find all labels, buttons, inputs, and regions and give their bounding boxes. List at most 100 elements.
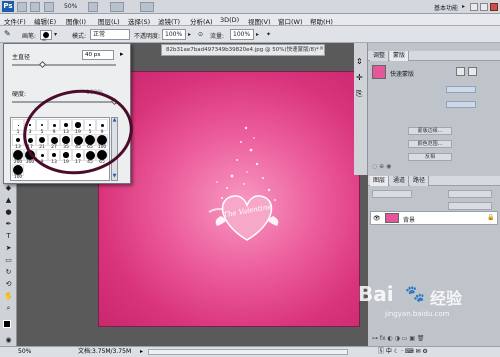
zoom-level[interactable]: 50% (64, 3, 77, 10)
mask-edge-button[interactable]: 蒙版边缘... (408, 127, 452, 135)
tab-adjustments[interactable]: 调整 (370, 51, 390, 61)
vector-mask-icon[interactable] (468, 67, 477, 76)
hand-tool-icon[interactable]: ✋ (3, 291, 14, 301)
brush-tip-dot (17, 124, 19, 126)
tab-channels[interactable]: 通道 (390, 176, 410, 186)
screen-mode-icon[interactable] (140, 2, 154, 12)
flow-dropdown-icon[interactable]: ▸ (256, 31, 259, 38)
blur-tool-icon[interactable]: ▲ (3, 195, 14, 205)
type-tool-icon[interactable]: T (3, 231, 14, 241)
layer-name: 背景 (403, 217, 416, 224)
brush-tip-dot (16, 138, 20, 142)
mode-label: 模式: (72, 33, 87, 40)
menu-image[interactable]: 图像(I) (66, 16, 86, 26)
mini-bridge-icon[interactable] (30, 2, 40, 12)
close-tab-icon[interactable]: × (319, 45, 325, 53)
brush-preset-picker[interactable]: 40 (40, 30, 52, 42)
3d-rotate-tool-icon[interactable]: ↻ (3, 267, 14, 277)
opacity-dropdown-icon[interactable]: ▸ (188, 31, 191, 38)
watermark-url: jingyan.baidu.com (385, 310, 450, 318)
quick-mask-icon[interactable]: ◉ (3, 335, 14, 345)
diameter-slider-thumb[interactable] (38, 60, 47, 69)
invert-button[interactable]: 反相 (408, 153, 452, 161)
tab-layers[interactable]: 图层 (370, 176, 390, 186)
color-range-button[interactable]: 颜色范围... (408, 140, 452, 148)
tab-masks[interactable]: 蒙版 (390, 51, 410, 61)
layer-fill-field[interactable] (448, 202, 492, 210)
feather-field[interactable] (446, 101, 476, 108)
menu-bar: 文件(F) 编辑(E) 图像(I) 图层(L) 选择(S) 滤镜(T) 分析(A… (0, 14, 500, 26)
path-selection-tool-icon[interactable]: ➤ (3, 243, 14, 253)
status-arrow-icon[interactable]: ▸ (140, 347, 143, 357)
tablet-opacity-icon[interactable]: ⊙ (198, 31, 203, 38)
layer-lock-icon: 🔒 (487, 214, 495, 221)
foreground-color-swatch[interactable] (3, 320, 11, 328)
menu-filter[interactable]: 滤镜(T) (158, 16, 180, 26)
view-extras-icon[interactable] (88, 2, 98, 12)
menu-3d[interactable]: 3D(D) (220, 16, 239, 24)
diameter-slider[interactable] (12, 64, 116, 66)
maximize-button[interactable] (480, 3, 488, 11)
pen-tool-icon[interactable]: ✒ (3, 219, 14, 229)
density-field[interactable] (446, 86, 476, 93)
diameter-field[interactable]: 40 px (82, 50, 114, 60)
airbrush-icon[interactable]: ✦ (266, 31, 271, 38)
layer-opacity-field[interactable] (448, 190, 492, 198)
layers-tabbar: 图层 通道 路径 (368, 176, 500, 186)
workspace-dropdown-icon[interactable]: ▸ (462, 3, 465, 10)
flow-field[interactable]: 100% (230, 29, 254, 40)
panel-menu-icon[interactable]: ▸ (120, 50, 124, 58)
menu-analysis[interactable]: 分析(A) (190, 16, 213, 26)
layer-visibility-icon[interactable]: 👁 (373, 215, 381, 222)
brush-preset-cell[interactable]: 100 (12, 164, 24, 180)
brush-preset-cell[interactable]: 200 (12, 149, 24, 165)
mask-thumbnail (372, 65, 386, 79)
brush-size-value: 40 (42, 38, 47, 42)
workspace-switcher[interactable]: 基本功能 (434, 3, 458, 12)
menu-window[interactable]: 窗口(W) (278, 16, 303, 26)
menu-view[interactable]: 视图(V) (248, 16, 271, 26)
scroll-down-icon[interactable]: ▼ (112, 174, 117, 179)
status-doc-size: 文档:3.75M/3.75M (78, 348, 132, 355)
opacity-field[interactable]: 100% (162, 29, 186, 40)
menu-edit[interactable]: 编辑(E) (34, 16, 56, 26)
zoom-tool-icon[interactable]: ⌕ (3, 303, 14, 313)
menu-select[interactable]: 选择(S) (128, 16, 150, 26)
brush-label: 画笔: (22, 33, 37, 40)
navigator-icon[interactable]: ✛ (356, 73, 363, 82)
mask-footer-icons[interactable]: ◌ ⊕ ◉ (372, 163, 391, 170)
document-canvas[interactable]: The Valentine (98, 71, 360, 327)
document-tab[interactable]: 82b31ae7bad497349b39820e4.jpg @ 50%(快速蒙版… (161, 44, 325, 56)
brush-dropdown-icon[interactable]: ▾ (54, 31, 57, 38)
watermark-brand: Bai (358, 282, 394, 306)
dodge-tool-icon[interactable]: ● (3, 207, 14, 217)
watermark-paw-icon: 🐾 (405, 284, 425, 303)
mode-select[interactable]: 正常 (90, 29, 130, 40)
arrange-docs-icon[interactable] (110, 2, 124, 12)
close-window-button[interactable] (490, 3, 498, 11)
brush-tool-icon[interactable]: ✎ (4, 29, 11, 38)
blend-mode-select[interactable] (372, 190, 412, 198)
3d-orbit-tool-icon[interactable]: ⟲ (3, 279, 14, 289)
brush-preset-cell[interactable]: 1 (12, 119, 24, 135)
tool-options-bar: ✎ 画笔: 40 ▾ 模式: 正常 不透明度: 100% ▸ ⊙ 流量: 100… (0, 26, 500, 43)
bridge-icon[interactable] (17, 2, 27, 12)
shape-tool-icon[interactable]: ▭ (3, 255, 14, 265)
pixel-mask-icon[interactable] (456, 67, 465, 76)
valentine-artwork (208, 126, 279, 241)
menu-layer[interactable]: 图层(L) (98, 16, 120, 26)
move-tool-icon[interactable]: ⇕ (356, 57, 363, 66)
layers-footer-icons[interactable]: ⊶ fx ◐ ◑ ▭ ▣ 🗑 (372, 335, 425, 342)
taskbar-tray-icons: 🅂 中 ☾ · ⌨ ✉ ⚙ (378, 348, 428, 355)
tab-paths[interactable]: 路径 (410, 176, 430, 186)
menu-file[interactable]: 文件(F) (4, 16, 26, 26)
layer-row-background[interactable]: 👁 背景 🔒 (370, 211, 498, 225)
status-bar: 50% 文档:3.75M/3.75M ▸ 🅂 中 ☾ · ⌨ ✉ ⚙ (0, 346, 500, 357)
horizontal-scrollbar[interactable] (148, 349, 348, 355)
hand-tool-icon[interactable] (44, 2, 54, 12)
paint-bucket-tool-icon[interactable]: ◆ (3, 183, 14, 193)
minimize-button[interactable] (470, 3, 478, 11)
status-zoom[interactable]: 50% (18, 347, 31, 357)
history-icon[interactable]: ⎘ (356, 89, 362, 99)
menu-help[interactable]: 帮助(H) (310, 16, 333, 26)
